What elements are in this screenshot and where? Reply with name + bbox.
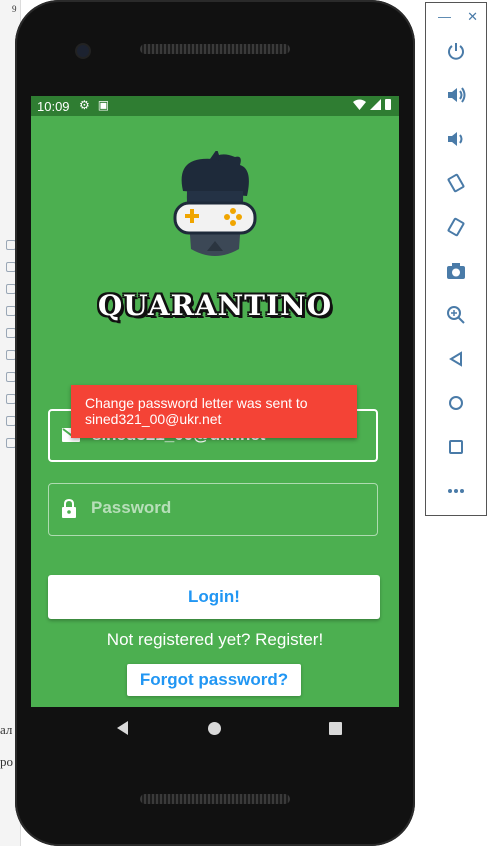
toast-message: Change password letter was sent to sined… xyxy=(71,385,357,438)
gamer-logo xyxy=(173,151,257,256)
app-screen: 10:09 ⚙ ▣ QUARANTINO Change password let… xyxy=(31,96,399,707)
camera-icon[interactable] xyxy=(444,259,468,283)
settings-icon: ⚙ xyxy=(79,98,90,112)
volume-down-icon[interactable] xyxy=(444,127,468,151)
phone-frame: 10:09 ⚙ ▣ QUARANTINO Change password let… xyxy=(15,0,415,846)
status-time: 10:09 xyxy=(37,99,70,114)
lock-icon xyxy=(62,499,76,518)
close-button[interactable]: ✕ xyxy=(467,9,478,25)
register-link[interactable]: Not registered yet? Register! xyxy=(31,630,399,650)
speaker-bottom xyxy=(140,794,290,804)
more-icon[interactable] xyxy=(444,479,468,503)
emulator-toolbar: — ✕ xyxy=(425,2,487,516)
battery-icon xyxy=(385,99,391,110)
home-icon[interactable] xyxy=(444,391,468,415)
ide-fragment: ро xyxy=(0,754,13,769)
password-placeholder: Password xyxy=(91,498,172,517)
status-bar: 10:09 ⚙ ▣ xyxy=(31,96,399,116)
password-field[interactable]: Password xyxy=(48,483,378,536)
brand-title: QUARANTINO xyxy=(97,289,333,322)
nav-home-icon[interactable] xyxy=(208,722,221,735)
volume-up-icon[interactable] xyxy=(444,83,468,107)
ide-fragment: ал xyxy=(0,722,13,737)
speaker-top xyxy=(140,44,290,54)
overview-icon[interactable] xyxy=(444,435,468,459)
zoom-icon[interactable] xyxy=(444,303,468,327)
ide-fragment: 9 xyxy=(12,4,17,14)
notification-icon: ▣ xyxy=(97,98,110,112)
nav-overview-icon[interactable] xyxy=(329,722,342,735)
login-button[interactable]: Login! xyxy=(48,575,380,619)
minimize-button[interactable]: — xyxy=(438,9,451,25)
wifi-icon xyxy=(353,99,366,110)
power-icon[interactable] xyxy=(444,39,468,63)
front-camera xyxy=(77,45,89,57)
rotate-right-icon[interactable] xyxy=(444,215,468,239)
android-nav-bar xyxy=(31,707,399,752)
nav-back-icon[interactable] xyxy=(117,721,128,735)
rotate-left-icon[interactable] xyxy=(444,171,468,195)
back-icon[interactable] xyxy=(444,347,468,371)
signal-icon xyxy=(370,99,381,110)
forgot-password-button[interactable]: Forgot password? xyxy=(127,664,301,696)
